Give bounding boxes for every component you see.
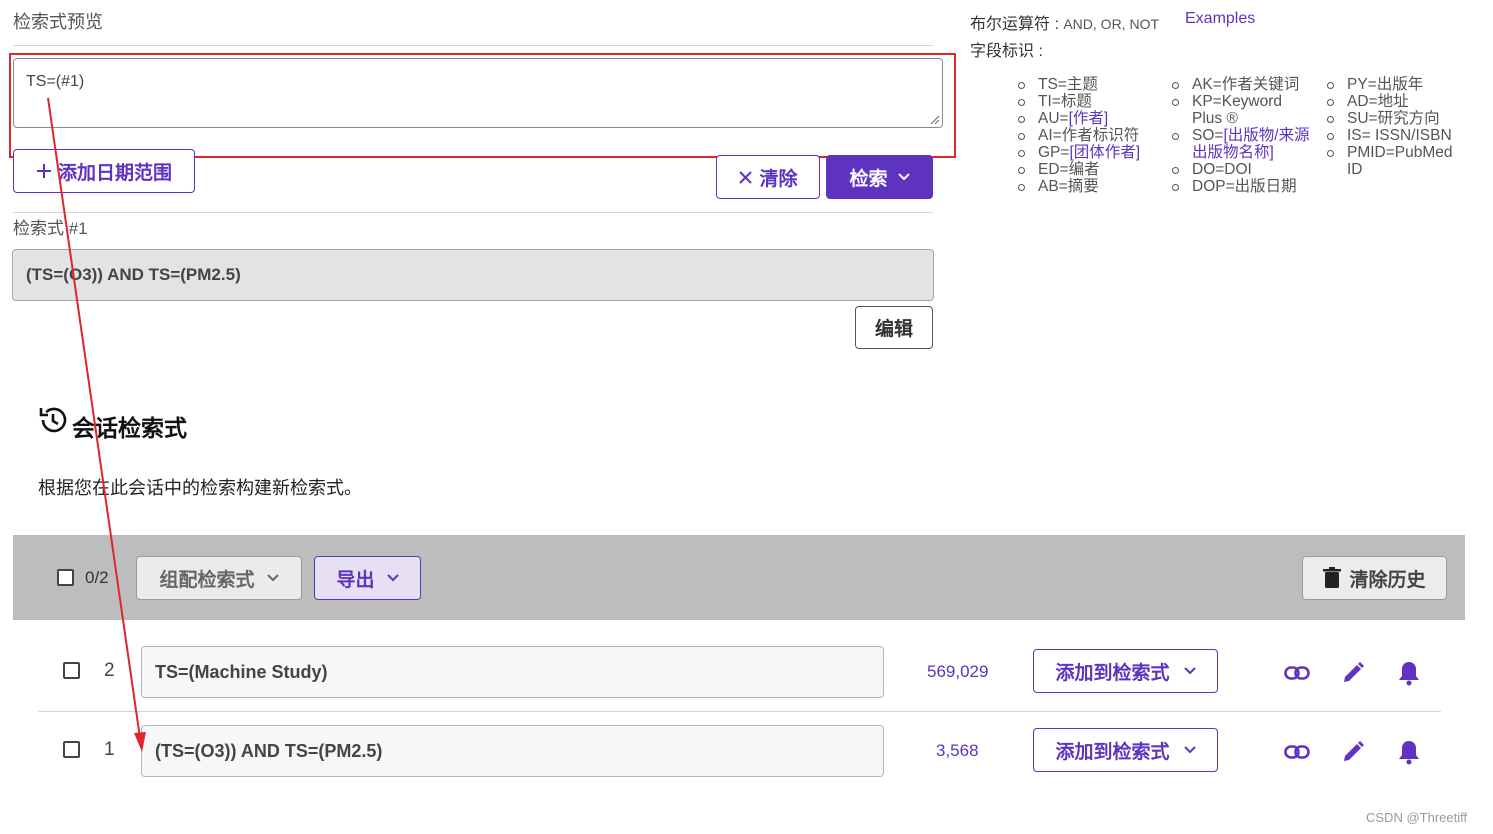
watermark: CSDN @Threetiff [1366, 810, 1468, 825]
annotation-arrow [47, 97, 146, 752]
